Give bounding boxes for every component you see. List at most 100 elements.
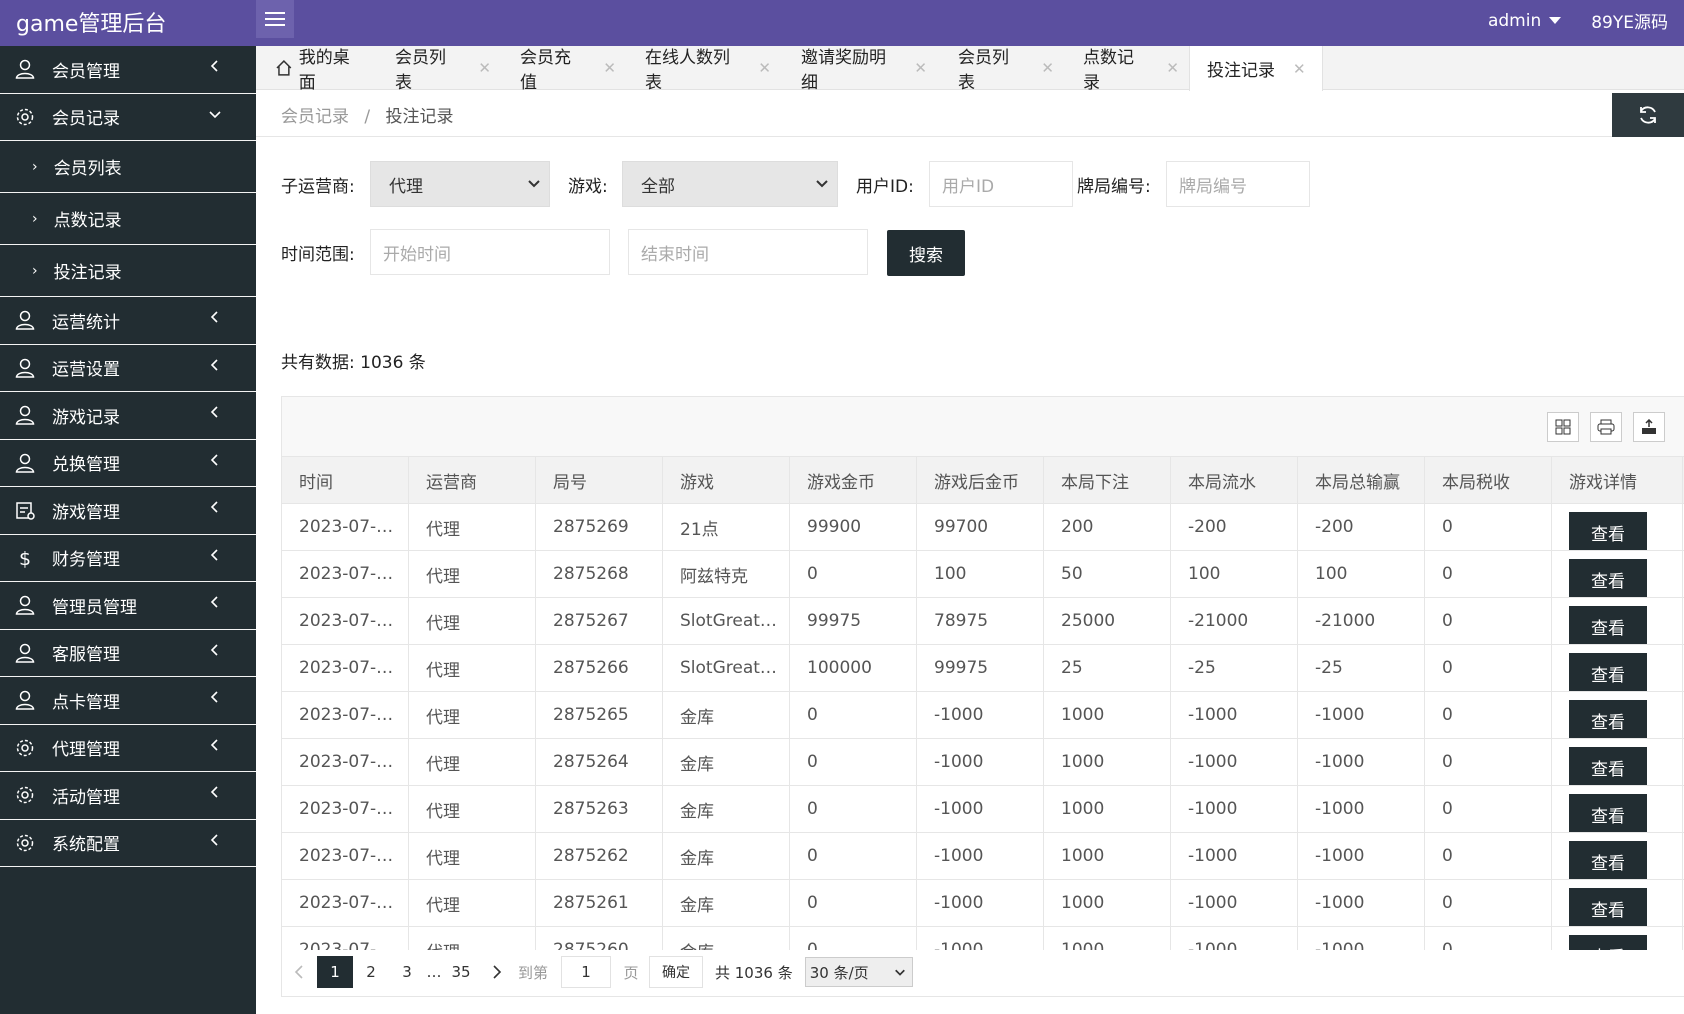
column-header[interactable]: 游戏	[663, 457, 790, 503]
menu-toggle-button[interactable]	[256, 0, 294, 38]
userid-input[interactable]: 用户ID	[929, 161, 1073, 207]
start-time-input[interactable]: 开始时间	[370, 229, 610, 275]
pagination: 1 2 3… 35 到第 1 页确定共 1036 条 30 条/页	[281, 955, 913, 989]
view-details-button[interactable]: 查看	[1569, 747, 1647, 785]
close-icon[interactable]: ✕	[758, 59, 771, 77]
view-details-button[interactable]: 查看	[1569, 700, 1647, 738]
brand-link[interactable]: 89YE源码	[1591, 8, 1668, 33]
view-details-button[interactable]: 查看	[1569, 794, 1647, 832]
export-button[interactable]	[1633, 412, 1665, 442]
tab-3[interactable]: 在线人数列表 ✕	[626, 46, 771, 93]
page-number[interactable]: 1	[317, 956, 353, 988]
end-time-input[interactable]: 结束时间	[628, 229, 868, 275]
column-header[interactable]: 游戏详情	[1552, 457, 1683, 503]
sidebar-item-8[interactable]: 管理员管理	[0, 582, 256, 630]
table-cell: 78975	[917, 598, 1044, 644]
close-icon[interactable]: ✕	[914, 59, 927, 77]
dollar-icon: $	[14, 547, 36, 569]
close-icon[interactable]: ✕	[603, 59, 616, 77]
breadcrumb-parent[interactable]: 会员记录	[281, 107, 349, 127]
sidebar-item-4[interactable]: 游戏记录	[0, 392, 256, 440]
view-details-button[interactable]: 查看	[1569, 888, 1647, 926]
goto-page-input[interactable]: 1	[561, 956, 611, 988]
sidebar-item-6[interactable]: 游戏管理	[0, 487, 256, 535]
column-header[interactable]: 时间	[282, 457, 409, 503]
chevron-left-icon	[208, 404, 222, 424]
table-cell: SlotGreat…	[663, 598, 790, 644]
view-details-button[interactable]: 查看	[1569, 935, 1647, 950]
user-menu[interactable]: admin	[1488, 11, 1562, 31]
column-header[interactable]: 游戏后金币	[917, 457, 1044, 503]
view-details-button[interactable]: 查看	[1569, 606, 1647, 644]
breadcrumb-separator: /	[364, 107, 371, 127]
sidebar-item-2[interactable]: 运营统计	[0, 297, 256, 345]
tab-6[interactable]: 点数记录 ✕	[1064, 46, 1179, 93]
print-button[interactable]	[1590, 412, 1622, 442]
view-details-button[interactable]: 查看	[1569, 841, 1647, 879]
columns-filter-button[interactable]	[1547, 412, 1579, 442]
tab-1[interactable]: 会员列表 ✕	[376, 46, 491, 93]
column-header[interactable]: 本局流水	[1171, 457, 1298, 503]
chevron-left-icon	[208, 784, 222, 804]
sidebar-item-12[interactable]: 活动管理	[0, 772, 256, 820]
tab-label: 会员列表	[958, 48, 1009, 93]
view-details-button[interactable]: 查看	[1569, 559, 1647, 597]
sidebar-subitem-1[interactable]: › 点数记录	[0, 193, 256, 245]
prev-page-icon[interactable]	[281, 956, 317, 988]
sidebar-item-11[interactable]: 代理管理	[0, 725, 256, 772]
column-header[interactable]: 运营商	[409, 457, 536, 503]
tab-5[interactable]: 会员列表 ✕	[939, 46, 1054, 93]
sidebar-subitem-0[interactable]: › 会员列表	[0, 141, 256, 193]
tab-2[interactable]: 会员充值 ✕	[501, 46, 616, 93]
table-row: 2023-07-… 代理 2875264 金库 0 -1000 1000 -1000 -1000…	[282, 739, 1684, 786]
close-icon[interactable]: ✕	[1041, 59, 1054, 77]
column-header[interactable]: 本局总输赢	[1298, 457, 1425, 503]
close-icon[interactable]: ✕	[1166, 59, 1179, 77]
operator-select[interactable]: 代理	[370, 161, 550, 207]
table-cell: 代理	[409, 551, 536, 597]
pager-total: 共 1036 条	[715, 963, 793, 982]
search-button[interactable]: 搜索	[887, 230, 965, 276]
table-cell: SlotGreat…	[663, 645, 790, 691]
table-cell: -1000	[917, 833, 1044, 879]
round-input[interactable]: 牌局编号	[1166, 161, 1310, 207]
table-cell: 代理	[409, 833, 536, 879]
column-header[interactable]: 本局税收	[1425, 457, 1552, 503]
operator-select-value: 代理	[389, 176, 423, 197]
game-select[interactable]: 全部	[622, 161, 838, 207]
chevron-left-icon	[208, 58, 222, 78]
sidebar-item-7[interactable]: $ 财务管理	[0, 535, 256, 582]
close-icon[interactable]: ✕	[1293, 60, 1306, 78]
refresh-button[interactable]	[1612, 93, 1684, 137]
table-cell: -25	[1298, 645, 1425, 691]
operator-label: 子运营商:	[281, 177, 355, 197]
page-number[interactable]: 3	[389, 956, 425, 988]
table-row: 2023-07-…代理2875260金库0-10001000-1000-1000…	[282, 927, 1684, 950]
next-page-icon[interactable]	[479, 956, 515, 988]
sidebar-item-13[interactable]: 系统配置	[0, 820, 256, 867]
chevron-left-icon	[208, 737, 222, 757]
sidebar-item-9[interactable]: 客服管理	[0, 630, 256, 677]
tab-7[interactable]: 投注记录 ✕	[1189, 46, 1323, 91]
sidebar-item-0[interactable]: 会员管理	[0, 46, 256, 94]
tab-4[interactable]: 邀请奖励明细 ✕	[782, 46, 927, 93]
tab-0[interactable]: 我的桌面	[256, 46, 366, 93]
table-cell: 查看	[1552, 833, 1683, 879]
column-header[interactable]: 局号	[536, 457, 663, 503]
sidebar-item-3[interactable]: 运营设置	[0, 345, 256, 392]
page-size-select[interactable]: 30 条/页	[804, 957, 913, 987]
table-cell: 查看	[1552, 551, 1683, 597]
table-cell: 2875269	[536, 504, 663, 550]
page-number[interactable]: 35	[443, 956, 479, 988]
view-details-button[interactable]: 查看	[1569, 512, 1647, 550]
sidebar-subitem-2[interactable]: › 投注记录	[0, 245, 256, 297]
sidebar-item-1[interactable]: 会员记录	[0, 94, 256, 141]
close-icon[interactable]: ✕	[478, 59, 491, 77]
column-header[interactable]: 本局下注	[1044, 457, 1171, 503]
column-header[interactable]: 游戏金币	[790, 457, 917, 503]
page-number[interactable]: 2	[353, 956, 389, 988]
confirm-page-button[interactable]: 确定	[649, 956, 703, 988]
sidebar-item-10[interactable]: 点卡管理	[0, 677, 256, 725]
sidebar-item-5[interactable]: 兑换管理	[0, 440, 256, 487]
view-details-button[interactable]: 查看	[1569, 653, 1647, 691]
